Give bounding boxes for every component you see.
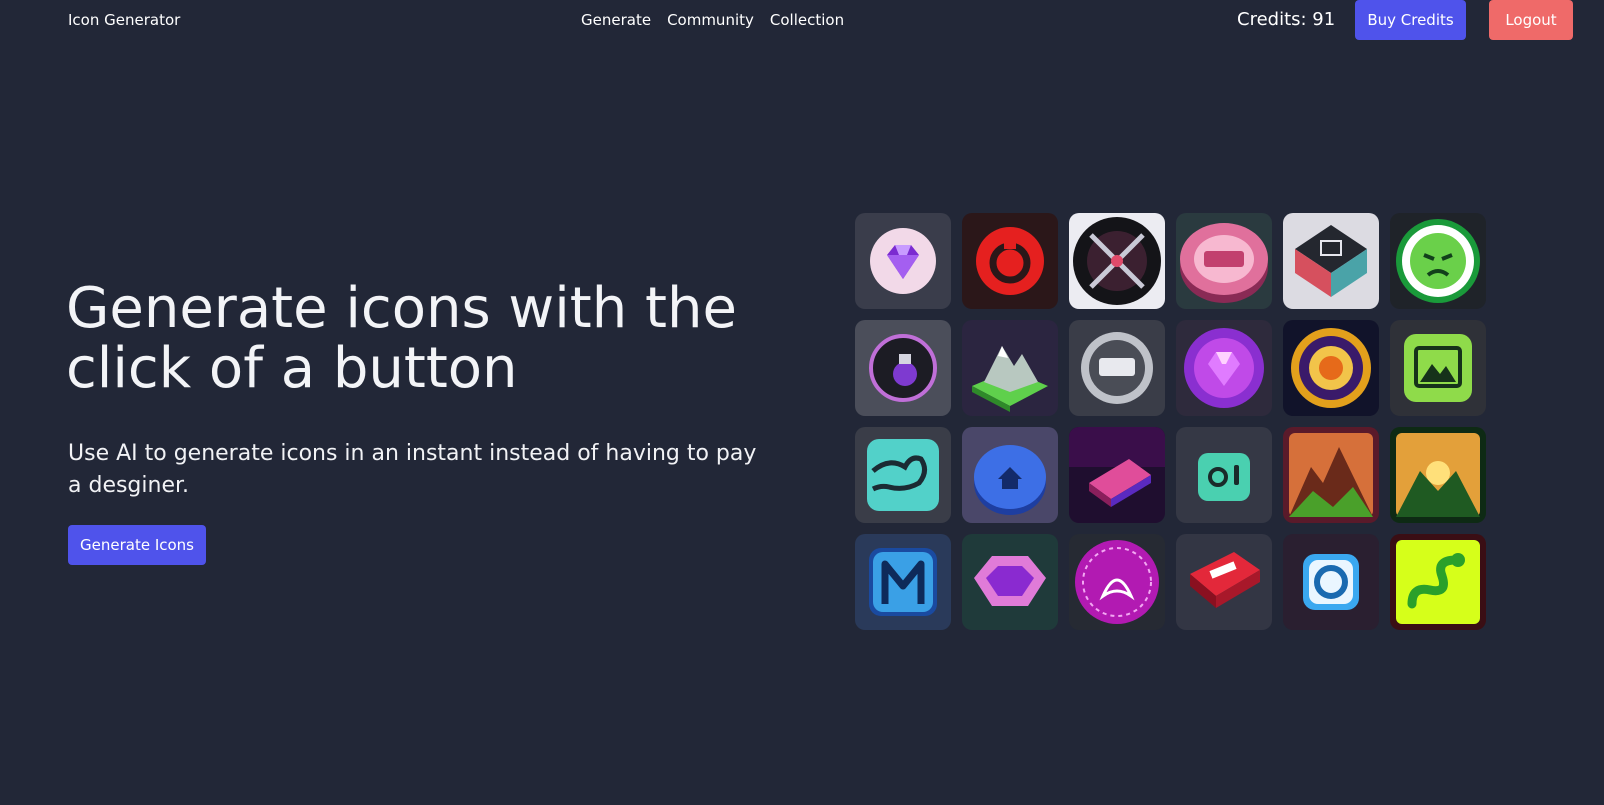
green-snake-icon bbox=[1390, 534, 1486, 630]
nav-link-collection[interactable]: Collection bbox=[770, 11, 844, 29]
mountain-sunset-icon bbox=[1283, 427, 1379, 523]
green-landscape-photo-icon bbox=[1390, 320, 1486, 416]
blue-camera-lens-icon bbox=[1283, 534, 1379, 630]
nav-link-community[interactable]: Community bbox=[667, 11, 754, 29]
crossed-swords-icon bbox=[1069, 213, 1165, 309]
dark-cube-icon bbox=[1283, 213, 1379, 309]
buy-credits-button[interactable]: Buy Credits bbox=[1355, 0, 1466, 40]
top-nav: Icon Generator Generate Community Collec… bbox=[0, 0, 1604, 42]
nav-links: Generate Community Collection bbox=[581, 11, 844, 29]
nav-link-generate[interactable]: Generate bbox=[581, 11, 651, 29]
hero-title: Generate icons with the click of a butto… bbox=[66, 276, 737, 401]
blue-home-button-icon bbox=[962, 427, 1058, 523]
purple-gem-icon bbox=[855, 213, 951, 309]
valley-sunrise-icon bbox=[1390, 427, 1486, 523]
teal-toggle-icon bbox=[1176, 427, 1272, 523]
mountain-island-icon bbox=[962, 320, 1058, 416]
hero-subtitle: Use AI to generate icons in an instant i… bbox=[68, 441, 757, 498]
pink-octagon-gem-icon bbox=[962, 534, 1058, 630]
pink-block-icon bbox=[1069, 427, 1165, 523]
magenta-flower-icon bbox=[1069, 534, 1165, 630]
red-jacake-badge-icon bbox=[1176, 534, 1272, 630]
logout-button[interactable]: Logout bbox=[1489, 0, 1573, 40]
letter-m-icon bbox=[855, 534, 951, 630]
red-power-ring-icon bbox=[962, 213, 1058, 309]
golden-ring-icon bbox=[1283, 320, 1379, 416]
silver-siz-coin-icon bbox=[1069, 320, 1165, 416]
pink-badge-icon bbox=[1176, 213, 1272, 309]
potion-bottle-icon bbox=[855, 320, 951, 416]
generate-icons-button[interactable]: Generate Icons bbox=[68, 525, 206, 565]
flexed-arm-icon bbox=[855, 427, 951, 523]
purple-crystal-orb-icon bbox=[1176, 320, 1272, 416]
credits-count: Credits: 91 bbox=[1237, 9, 1336, 30]
green-alien-face-icon bbox=[1390, 213, 1486, 309]
brand-link[interactable]: Icon Generator bbox=[68, 11, 180, 29]
icon-gallery bbox=[855, 213, 1486, 630]
